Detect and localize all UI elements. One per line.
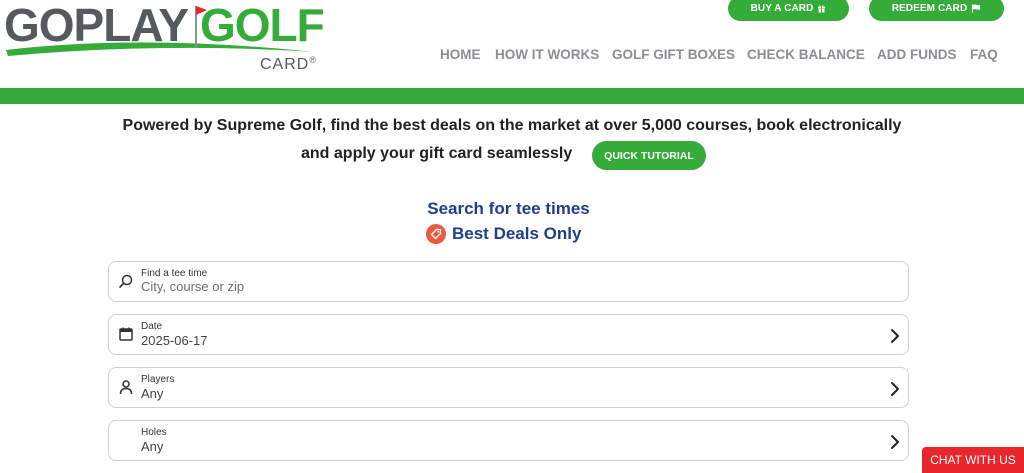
chevron-right-icon: [891, 435, 899, 449]
search-title: Search for tee times: [427, 199, 590, 218]
buy-card-label: BUY A CARD: [750, 3, 814, 14]
players-field-value: Any: [141, 386, 164, 401]
main-nav: HOME HOW IT WORKS GOLF GIFT BOXES CHECK …: [0, 47, 1024, 65]
chevron-right-icon: [891, 329, 899, 343]
holes-field[interactable]: Holes Any: [108, 420, 909, 461]
goplay-golf-card-logo[interactable]: GOPLAY GOLF CARD®: [4, 0, 334, 78]
players-field[interactable]: Players Any: [108, 367, 909, 408]
date-field-label: Date: [141, 321, 163, 332]
redeem-card-label: REDEEM CARD: [891, 3, 968, 14]
nav-check-balance[interactable]: CHECK BALANCE: [747, 47, 865, 62]
best-deals-label: Best Deals Only: [452, 224, 582, 243]
nav-golf-gift-boxes[interactable]: GOLF GIFT BOXES: [612, 47, 735, 62]
search-icon: [119, 274, 133, 288]
holes-field-label: Holes: [141, 427, 167, 438]
calendar-icon: [119, 327, 133, 341]
person-icon: [119, 380, 133, 395]
intro-text-line1: Powered by Supreme Golf, find the best d…: [122, 117, 902, 134]
quick-tutorial-button[interactable]: QUICK TUTORIAL: [592, 141, 706, 170]
location-field[interactable]: Find a tee time: [108, 261, 909, 302]
nav-how-it-works[interactable]: HOW IT WORKS: [495, 47, 599, 62]
date-field[interactable]: Date 2025-06-17: [108, 314, 909, 355]
deal-tag-icon: [426, 224, 446, 244]
intro-text-line2: and apply your gift card seamlessly: [301, 145, 573, 162]
best-deals-toggle[interactable]: Best Deals Only: [426, 223, 581, 245]
chevron-right-icon: [891, 382, 899, 396]
holes-field-value: Any: [141, 439, 164, 454]
buy-card-button[interactable]: BUY A CARD: [728, 0, 849, 21]
location-input[interactable]: [141, 279, 641, 294]
nav-add-funds[interactable]: ADD FUNDS: [877, 47, 957, 62]
header-divider-bar: [0, 88, 1024, 104]
gift-icon: [818, 5, 826, 13]
redeem-card-button[interactable]: REDEEM CARD: [869, 0, 1004, 21]
site-header: GOPLAY GOLF CARD® BUY A CARD REDEEM CARD…: [0, 0, 1024, 88]
players-field-label: Players: [141, 374, 175, 385]
location-field-label: Find a tee time: [141, 268, 208, 279]
nav-home[interactable]: HOME: [440, 47, 481, 62]
chat-with-us-button[interactable]: CHAT WITH US: [922, 447, 1024, 473]
date-field-value: 2025-06-17: [141, 333, 208, 348]
flag-icon: [972, 4, 981, 13]
nav-faq[interactable]: FAQ: [970, 47, 998, 62]
